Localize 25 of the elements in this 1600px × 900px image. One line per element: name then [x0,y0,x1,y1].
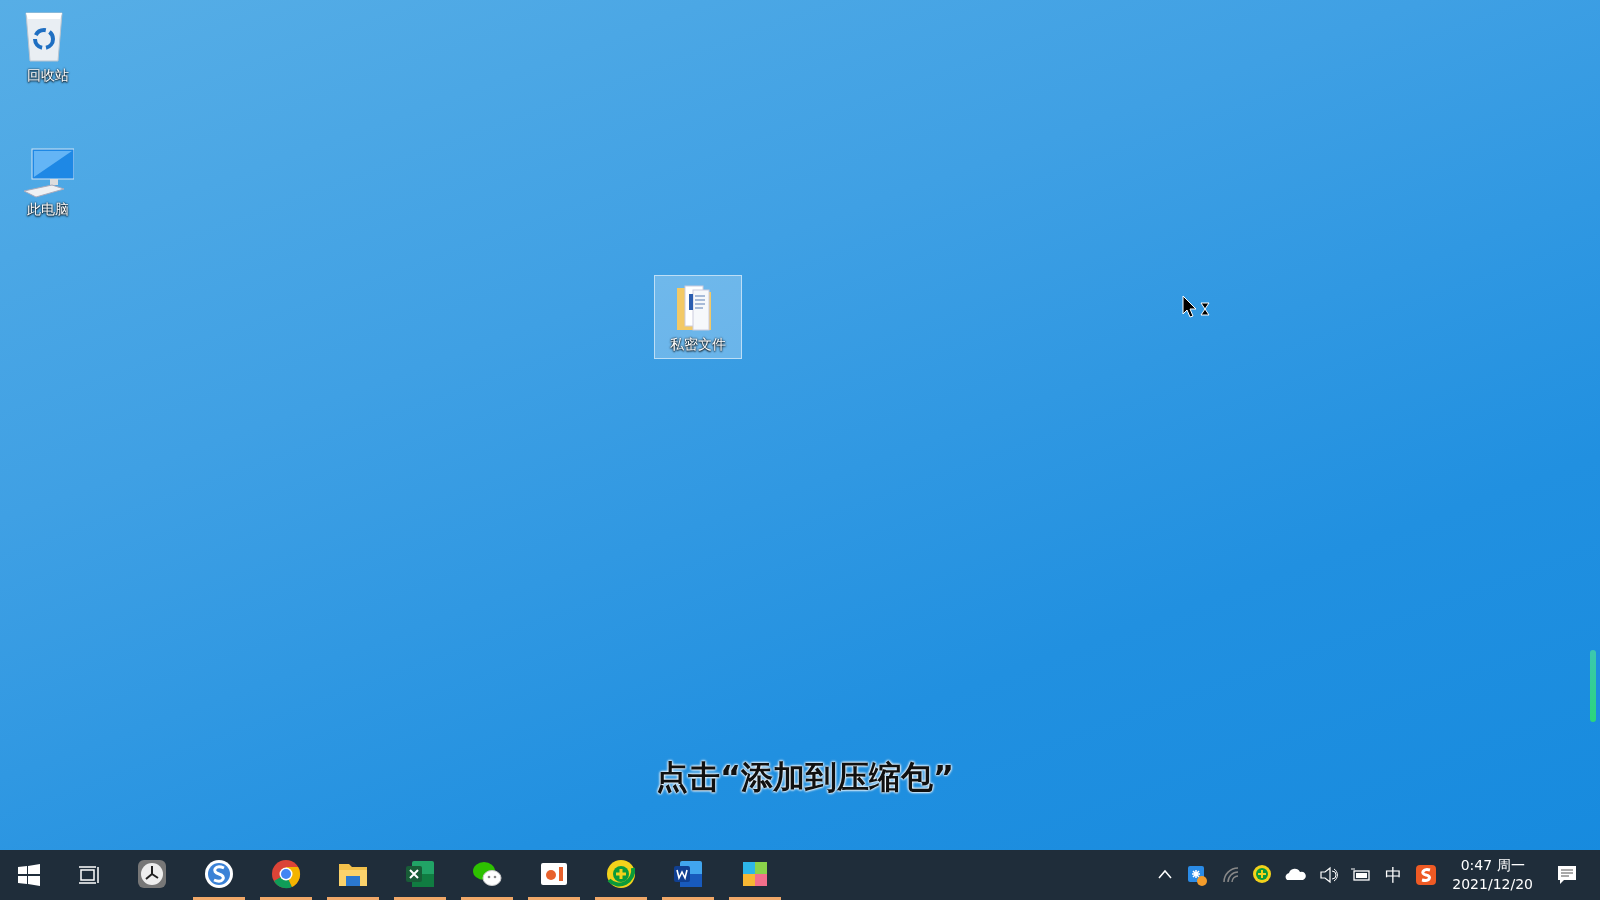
clock-date: 2021/12/20 [1452,875,1533,894]
windows-start-icon[interactable] [18,864,40,886]
icon-label: 回收站 [27,67,69,85]
input-method-button[interactable]: 中 [1385,863,1403,887]
s-logo-icon[interactable] [1415,864,1438,886]
desktop-icon[interactable]: 此电脑 [4,142,92,224]
s-logo-icon [203,857,235,890]
computer-icon [22,147,74,199]
speaker-icon[interactable] [1318,864,1339,886]
desktop-icon[interactable]: 私密文件 [654,275,742,359]
task-view-icon[interactable] [78,864,100,886]
busy-cursor-icon [1181,295,1211,319]
scroll-indicator [1590,650,1596,722]
browser-icon [270,857,302,890]
plus-circle-icon [605,857,637,890]
clock-time: 0:47 周一 [1460,856,1525,875]
notifications-icon[interactable] [1556,864,1578,886]
clock-button[interactable]: 0:47 周一 2021/12/20 [1452,856,1533,894]
icon-label: 此电脑 [27,201,69,219]
clock-app-icon [136,857,168,890]
plus-circle-icon[interactable] [1252,864,1273,886]
subtitle: 点击“添加到压缩包” [654,757,955,798]
desktop-icon[interactable]: 回收站 [4,4,92,90]
icon-label: 私密文件 [670,336,726,354]
star-badge-icon[interactable] [1186,864,1209,886]
